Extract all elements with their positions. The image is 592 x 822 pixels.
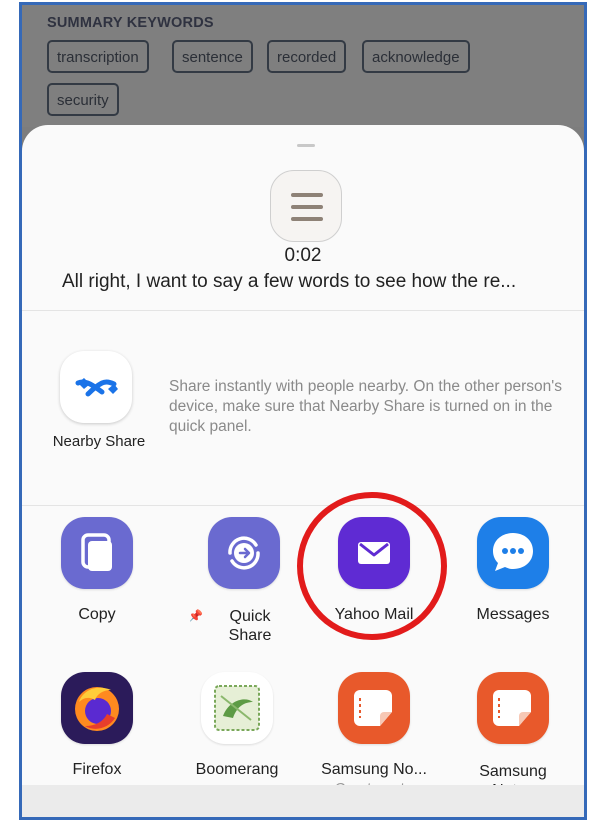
summary-keywords-title: SUMMARY KEYWORDS [47,15,214,31]
transcript-preview-icon [270,170,342,242]
messages-icon [477,517,549,589]
nearby-share-description: Share instantly with people nearby. On t… [169,378,562,435]
app-label: Firefox [72,761,122,778]
samsung-notes-icon [477,672,549,744]
pin-icon: 📌 [190,607,203,626]
keyword-chip[interactable]: security [47,83,119,116]
highlight-circle [297,492,447,640]
samsung-notes-icon [338,672,410,744]
share-sheet: 0:02 All right, I want to say a few word… [22,125,584,817]
nearby-share-icon[interactable] [60,351,132,423]
firefox-icon [61,672,133,744]
app-label: Messages [476,606,550,623]
divider [22,310,584,311]
divider [22,505,584,506]
drag-handle[interactable] [297,144,315,147]
app-label: Samsung No... [321,761,427,778]
screenshot-frame: SUMMARY KEYWORDS transcription sentence … [19,2,587,820]
keyword-chip[interactable]: acknowledge [362,40,470,73]
keyword-chip[interactable]: sentence [172,40,253,73]
boomerang-icon [201,672,273,744]
recording-duration: 0:02 [284,245,322,266]
bottom-strip [22,785,584,817]
app-label: 📌 Quick Share [190,607,310,645]
app-label: Copy [78,606,116,623]
quick-share-icon [208,517,280,589]
app-label: Boomerang [195,761,279,778]
copy-icon [61,517,133,589]
summary-keywords-section: SUMMARY KEYWORDS transcription sentence … [22,5,584,127]
transcript-snippet: All right, I want to say a few words to … [62,271,517,292]
keyword-chip[interactable]: recorded [267,40,347,73]
keyword-chip[interactable]: transcription [47,40,149,73]
nearby-share-label[interactable]: Nearby Share [44,433,154,450]
